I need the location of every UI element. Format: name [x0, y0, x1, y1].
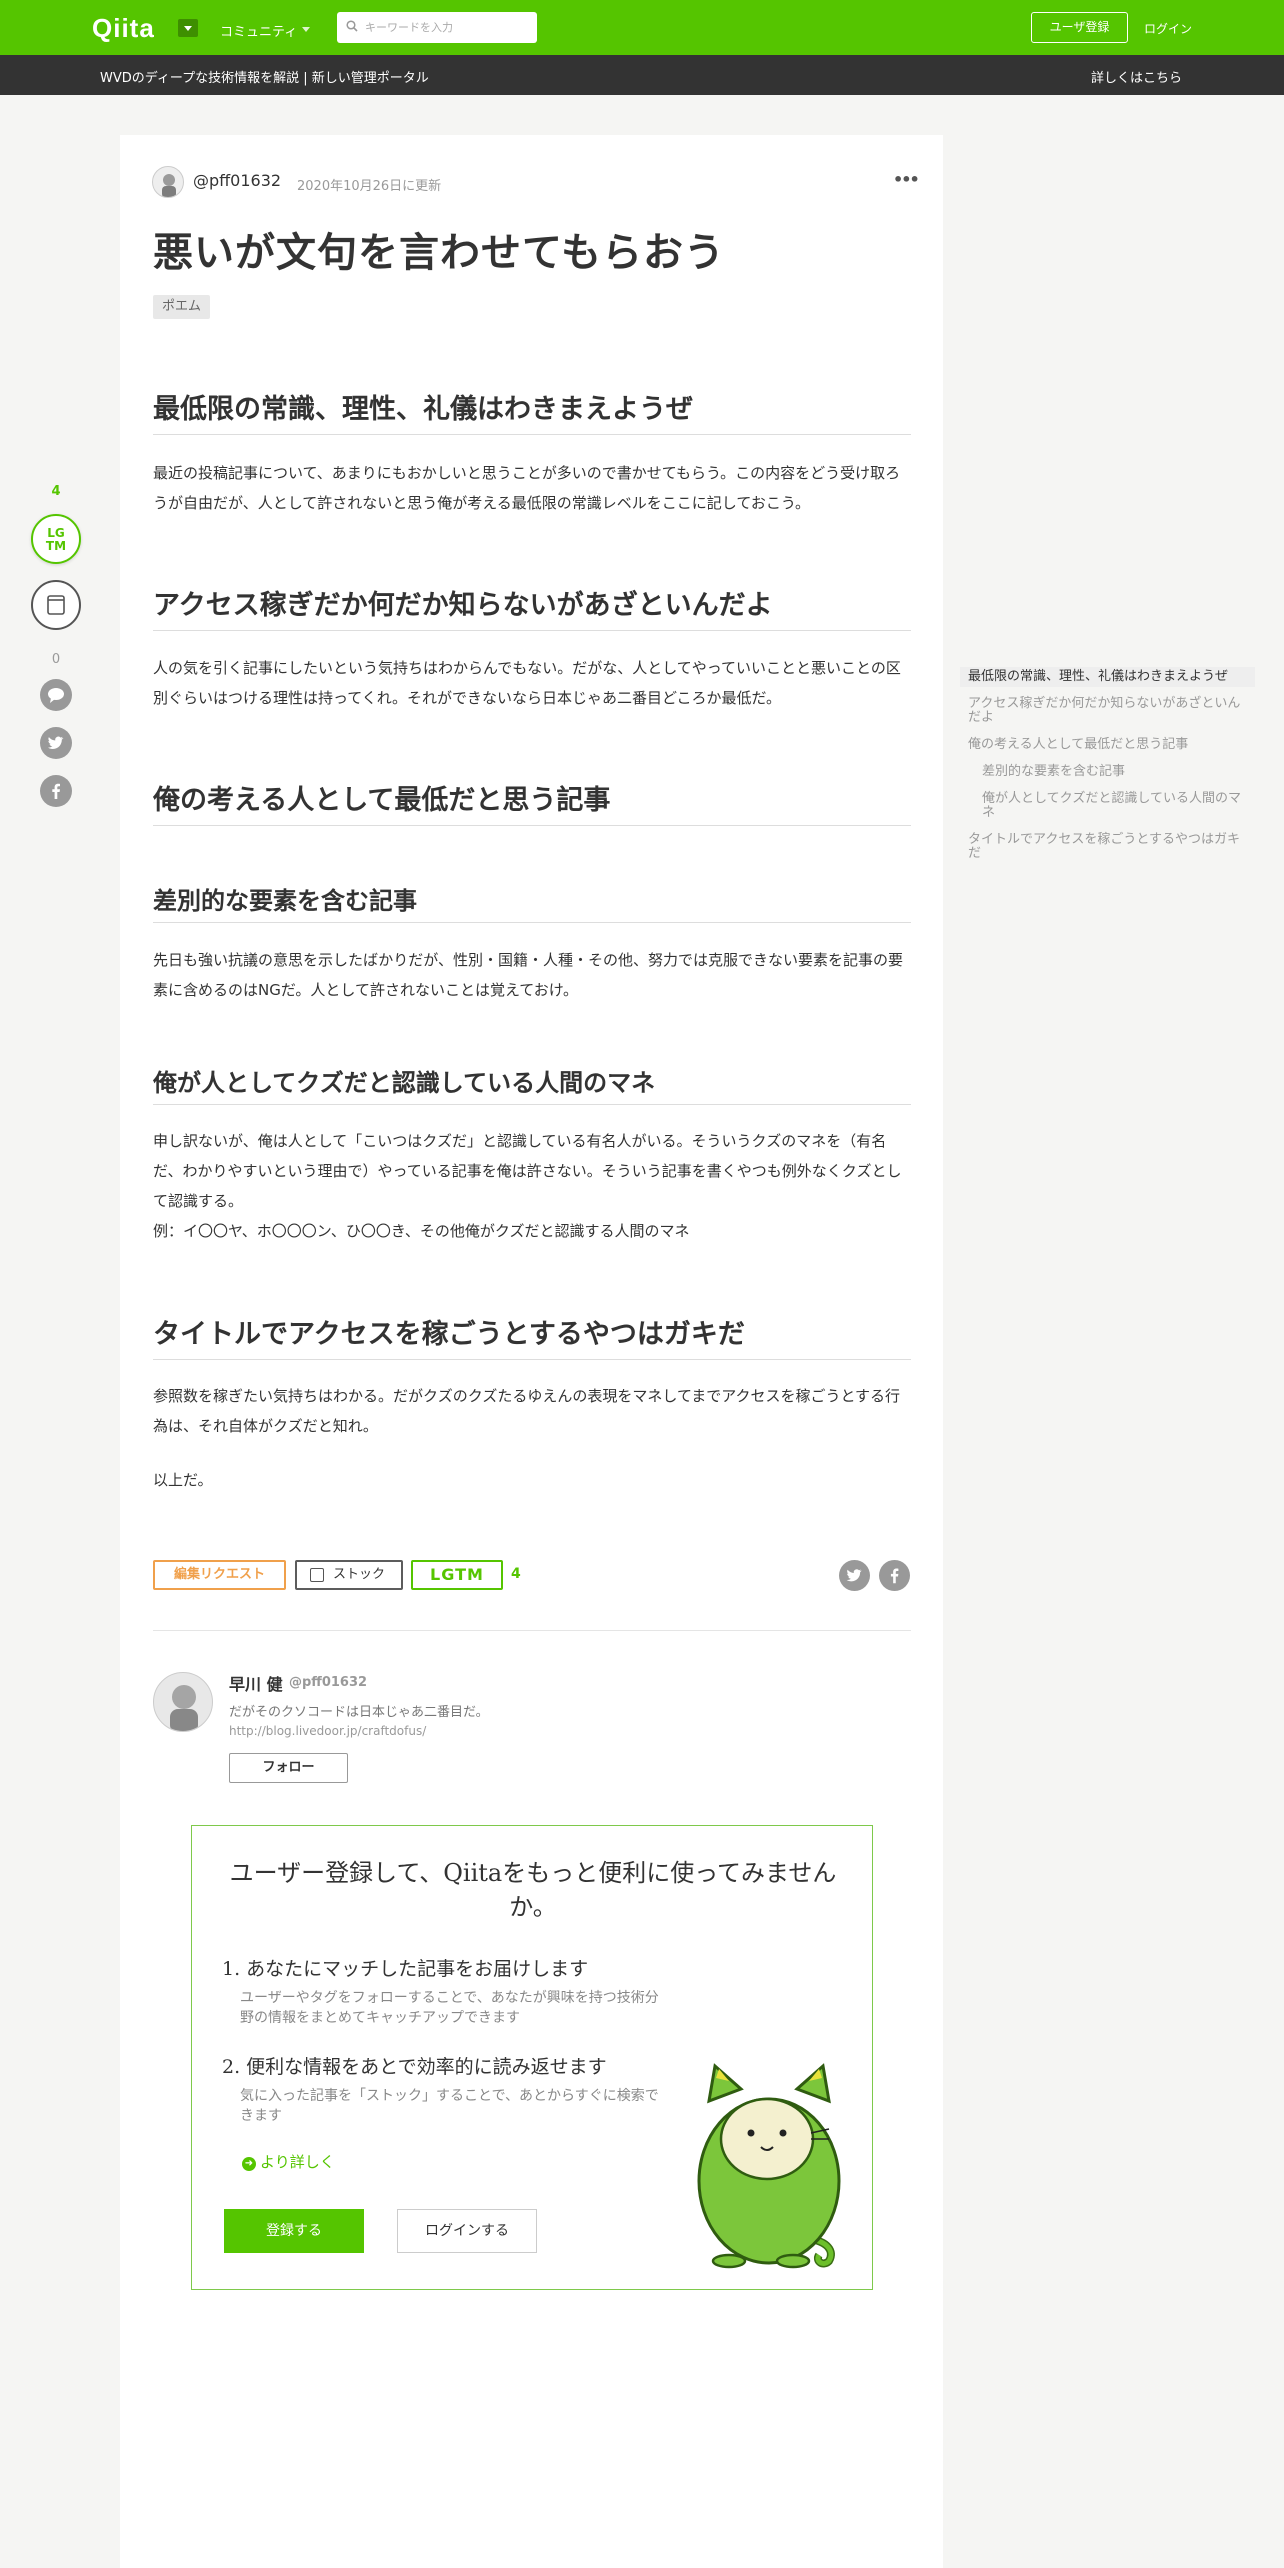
search-box[interactable] [337, 12, 537, 43]
search-icon [346, 20, 358, 32]
cta-point-title: 2. 便利な情報をあとで効率的に読み返せます [222, 2056, 607, 2078]
signup-button[interactable]: ユーザ登録 [1031, 12, 1128, 43]
author-handle[interactable]: @pff01632 [193, 171, 281, 190]
register-button[interactable]: 登録する [224, 2209, 364, 2253]
chevron-down-icon [302, 27, 310, 32]
logo-dropdown-icon[interactable] [178, 19, 198, 37]
section-heading: 最低限の常識、理性、礼儀はわきまえようぜ [153, 387, 911, 435]
author-avatar[interactable] [152, 166, 184, 198]
lgtm-count: 4 [51, 484, 61, 499]
lgtm-button-bottom[interactable]: LGTM [411, 1560, 503, 1590]
section-paragraph: 参照数を稼ぎたい気持ちはわかる。だがクズのクズたるゆえんの表現をマネしてまでアク… [153, 1387, 901, 1435]
arrow-right-circle-icon: ➜ [242, 2157, 256, 2171]
facebook-icon [52, 783, 60, 799]
article-title: 悪いが文句を言わせてもらおう [153, 230, 725, 276]
stock-icon [47, 595, 65, 615]
section-paragraph: 人の気を引く記事にしたいという気持ちはわからんでもない。だがな、人としてやってい… [153, 659, 901, 707]
comment-count: 0 [51, 652, 61, 667]
section-paragraph: 先日も強い抗議の意思を示したばかりだが、性別・国籍・人種・その他、努力では克服で… [153, 951, 904, 999]
author-bio: だがそのクソコードは日本じゃあ二番目だ。 [229, 1705, 489, 1720]
follow-button[interactable]: フォロー [229, 1753, 348, 1783]
subsection-heading: 差別的な要素を含む記事 [153, 881, 911, 923]
learn-more-label: より詳しく [260, 2153, 335, 2171]
search-input[interactable] [365, 12, 533, 43]
toc-item[interactable]: アクセス稼ぎだか何だか知らないがあざといんだよ [960, 694, 1255, 728]
signup-cta-box: ユーザー登録して、Qiitaをもっと便利に使ってみませんか。 1. あなたにマッ… [191, 1825, 873, 2290]
community-menu[interactable]: コミュニティ [220, 21, 297, 40]
lgtm-button[interactable]: LG TM [31, 514, 81, 564]
tag-badge[interactable]: ポエム [153, 295, 211, 319]
divider [153, 1630, 911, 1631]
qiita-mascot [697, 2063, 841, 2269]
twitter-icon [48, 736, 64, 749]
updated-date: 2020年10月26日に更新 [297, 179, 442, 194]
closing-text: 以上だ。 [153, 1471, 213, 1489]
facebook-share-bottom[interactable] [879, 1560, 910, 1591]
twitter-share-button[interactable] [40, 727, 72, 759]
qiita-logo[interactable]: Qiita [92, 13, 155, 44]
banner-link[interactable]: 詳しくはこちら [1091, 67, 1182, 86]
comment-button[interactable] [40, 679, 72, 711]
learn-more-link[interactable]: ➜ より詳しく [242, 2151, 335, 2172]
author-url[interactable]: http://blog.livedoor.jp/craftdofus/ [229, 1724, 426, 1738]
section-heading: アクセス稼ぎだか何だか知らないがあざといんだよ [153, 583, 911, 631]
toc-item[interactable]: 最低限の常識、理性、礼儀はわきまえようぜ [960, 667, 1255, 687]
section-heading: タイトルでアクセスを稼ごうとするやつはガキだ [153, 1312, 911, 1360]
toc-item[interactable]: タイトルでアクセスを稼ごうとするやつはガキだ [960, 830, 1255, 864]
table-of-contents: 最低限の常識、理性、礼儀はわきまえようぜ アクセス稼ぎだか何だか知らないがあざと… [960, 667, 1255, 871]
section-heading: 俺の考える人として最低だと思う記事 [153, 778, 911, 826]
avatar-image [170, 1685, 198, 1731]
twitter-icon [846, 1569, 862, 1582]
cta-login-button[interactable]: ログインする [397, 2209, 537, 2253]
stock-label: ストック [333, 1567, 386, 1582]
author-name[interactable]: 早川 健 [229, 1671, 283, 1695]
lgtm-count-bottom: 4 [511, 1566, 521, 1582]
comment-icon [48, 688, 64, 703]
section-paragraph: 申し訳ないが、俺は人として「こいつはクズだ」と認識している有名人がいる。そういう… [153, 1132, 902, 1210]
stock-button[interactable] [31, 580, 81, 630]
section-example: 例：イ〇〇ヤ、ホ〇〇〇ン、ひ〇〇き、その他俺がクズだと認識する人間のマネ [153, 1222, 690, 1240]
cta-point-title: 1. あなたにマッチした記事をお届けします [222, 1958, 589, 1980]
stock-icon [310, 1568, 324, 1582]
toc-item[interactable]: 差別的な要素を含む記事 [960, 762, 1255, 782]
author-handle[interactable]: @pff01632 [289, 1675, 367, 1690]
facebook-icon [890, 1568, 899, 1584]
top-navbar: Qiita コミュニティ ユーザ登録 ログイン [0, 0, 1284, 55]
edit-request-button[interactable]: 編集リクエスト [153, 1560, 286, 1590]
cta-title: ユーザー登録して、Qiitaをもっと便利に使ってみませんか。 [229, 1859, 837, 1921]
facebook-share-button[interactable] [40, 775, 72, 807]
toc-item[interactable]: 俺の考える人として最低だと思う記事 [960, 735, 1255, 755]
author-avatar-large[interactable] [153, 1672, 213, 1732]
login-link[interactable]: ログイン [1144, 20, 1192, 37]
banner-text[interactable]: WVDのディープな技術情報を解説 | 新しい管理ポータル [100, 67, 429, 86]
promo-banner: WVDのディープな技術情報を解説 | 新しい管理ポータル 詳しくはこちら [0, 55, 1284, 95]
twitter-share-bottom[interactable] [839, 1560, 870, 1591]
more-menu-icon[interactable]: ••• [893, 170, 920, 189]
cta-point-desc: ユーザーやタグをフォローすることで、あなたが興味を持つ技術分野の情報をまとめてキ… [240, 1990, 659, 2026]
cta-point-desc: 気に入った記事を「ストック」することで、あとからすぐに検索できます [240, 2088, 659, 2124]
subsection-heading: 俺が人としてクズだと認識している人間のマネ [153, 1063, 911, 1105]
section-paragraph: 最近の投稿記事について、あまりにもおかしいと思うことが多いので書かせてもらう。こ… [153, 464, 901, 512]
stock-button-bottom[interactable]: ストック [295, 1560, 403, 1590]
toc-item[interactable]: 俺が人としてクズだと認識している人間のマネ [960, 789, 1255, 823]
